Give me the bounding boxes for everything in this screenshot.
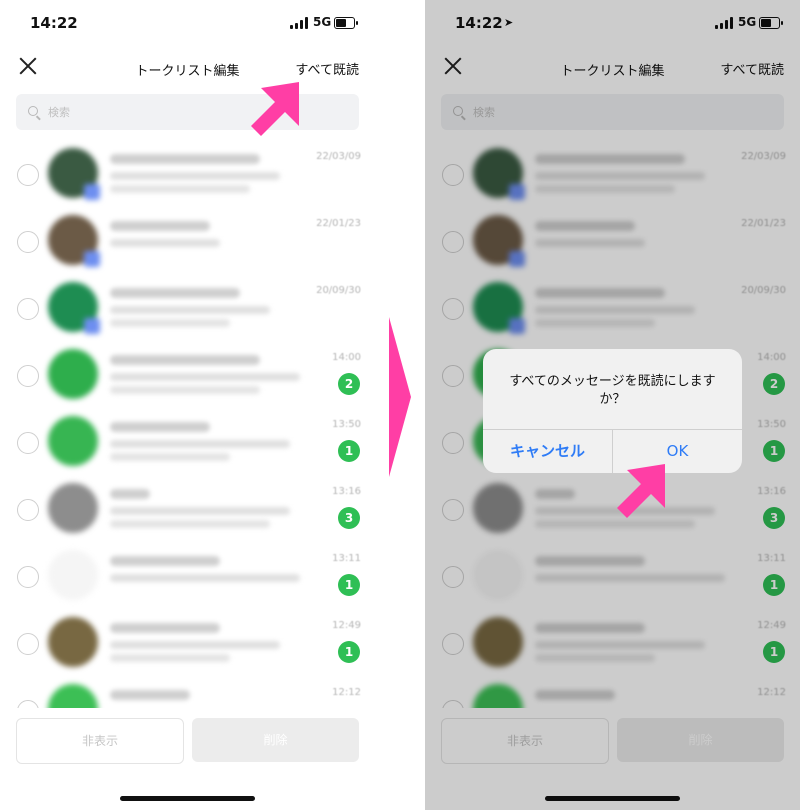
list-item[interactable]: 22/03/09 <box>0 140 375 206</box>
message-time: 14:00 <box>332 352 361 363</box>
list-item[interactable]: 20/09/30 <box>0 274 375 340</box>
status-bar: 14:22 5G <box>0 0 375 44</box>
blurred-text <box>110 306 270 314</box>
select-radio[interactable] <box>17 499 39 521</box>
select-radio[interactable] <box>17 633 39 655</box>
dialog-message: すべてのメッセージを既読にしますか？ <box>509 374 716 407</box>
blurred-text <box>110 520 270 528</box>
avatar-badge <box>84 251 100 267</box>
blurred-text <box>110 319 230 327</box>
search-placeholder: 検索 <box>48 106 70 119</box>
message-time: 12:49 <box>332 620 361 631</box>
status-time: 14:22 <box>30 14 78 32</box>
home-indicator <box>120 796 255 801</box>
pointer-arrow-icon <box>617 464 665 518</box>
message-time: 12:12 <box>332 687 361 698</box>
select-radio[interactable] <box>17 566 39 588</box>
avatar <box>48 215 100 267</box>
message-time: 13:50 <box>332 419 361 430</box>
message-time: 13:11 <box>332 553 361 564</box>
blurred-text <box>110 507 290 515</box>
list-item[interactable]: 22/01/23 <box>0 207 375 273</box>
blurred-text <box>110 489 150 499</box>
unread-count-badge: 2 <box>338 373 360 395</box>
blurred-text <box>110 239 220 247</box>
blurred-text <box>110 185 250 193</box>
screen-before: 14:22 5G トークリスト編集 すべて既読 検索 22/03/09 22/01… <box>0 0 375 810</box>
next-arrow-icon <box>389 317 411 477</box>
list-item[interactable]: 14:00 2 <box>0 341 375 407</box>
bottom-bar: 非表示 削除 <box>0 708 375 778</box>
pointer-arrow-icon <box>251 82 299 136</box>
avatar-badge <box>84 184 100 200</box>
unread-count-badge: 3 <box>338 507 360 529</box>
blurred-text <box>110 453 230 461</box>
blurred-text <box>110 355 260 365</box>
confirm-dialog: すべてのメッセージを既読にしますか？ キャンセル OK <box>483 349 742 473</box>
blurred-text <box>110 221 210 231</box>
message-time: 22/03/09 <box>316 151 361 162</box>
avatar <box>48 148 100 200</box>
list-item[interactable]: 12:49 1 <box>0 609 375 675</box>
cancel-button[interactable]: キャンセル <box>483 430 612 473</box>
select-radio[interactable] <box>17 231 39 253</box>
blurred-text <box>110 556 220 566</box>
hide-button[interactable]: 非表示 <box>16 718 184 764</box>
message-time: 13:16 <box>332 486 361 497</box>
mark-all-read-button[interactable]: すべて既読 <box>295 59 359 78</box>
avatar <box>48 416 98 466</box>
list-item[interactable]: 13:16 3 <box>0 475 375 541</box>
unread-count-badge: 1 <box>338 574 360 596</box>
avatar <box>48 349 98 399</box>
unread-count-badge: 1 <box>338 440 360 462</box>
blurred-text <box>110 690 190 700</box>
avatar-badge <box>84 318 100 334</box>
blurred-text <box>110 422 210 432</box>
blurred-text <box>110 574 300 582</box>
list-item[interactable]: 13:50 1 <box>0 408 375 474</box>
select-radio[interactable] <box>17 298 39 320</box>
blurred-text <box>110 654 230 662</box>
blurred-text <box>110 154 260 164</box>
avatar <box>48 550 98 600</box>
blurred-text <box>110 172 280 180</box>
blurred-text <box>110 373 300 381</box>
blurred-text <box>110 288 240 298</box>
network-label: 5G <box>313 15 332 29</box>
nav-bar: トークリスト編集 すべて既読 <box>0 48 375 84</box>
avatar <box>48 617 98 667</box>
delete-button[interactable]: 削除 <box>192 718 359 762</box>
blurred-text <box>110 641 280 649</box>
message-time: 20/09/30 <box>316 285 361 296</box>
avatar <box>48 282 100 334</box>
avatar <box>48 483 98 533</box>
list-item[interactable]: 13:11 1 <box>0 542 375 608</box>
message-time: 22/01/23 <box>316 218 361 229</box>
screen-after: 14:22 ➤ 5G トークリスト編集 すべて既読 検索 22/03/09 22/… <box>425 0 800 810</box>
battery-icon <box>334 17 358 29</box>
signal-icon <box>290 17 308 29</box>
unread-count-badge: 1 <box>338 641 360 663</box>
blurred-text <box>110 386 260 394</box>
select-radio[interactable] <box>17 164 39 186</box>
search-icon <box>28 106 38 116</box>
select-radio[interactable] <box>17 432 39 454</box>
blurred-text <box>110 623 220 633</box>
blurred-text <box>110 440 290 448</box>
select-radio[interactable] <box>17 365 39 387</box>
